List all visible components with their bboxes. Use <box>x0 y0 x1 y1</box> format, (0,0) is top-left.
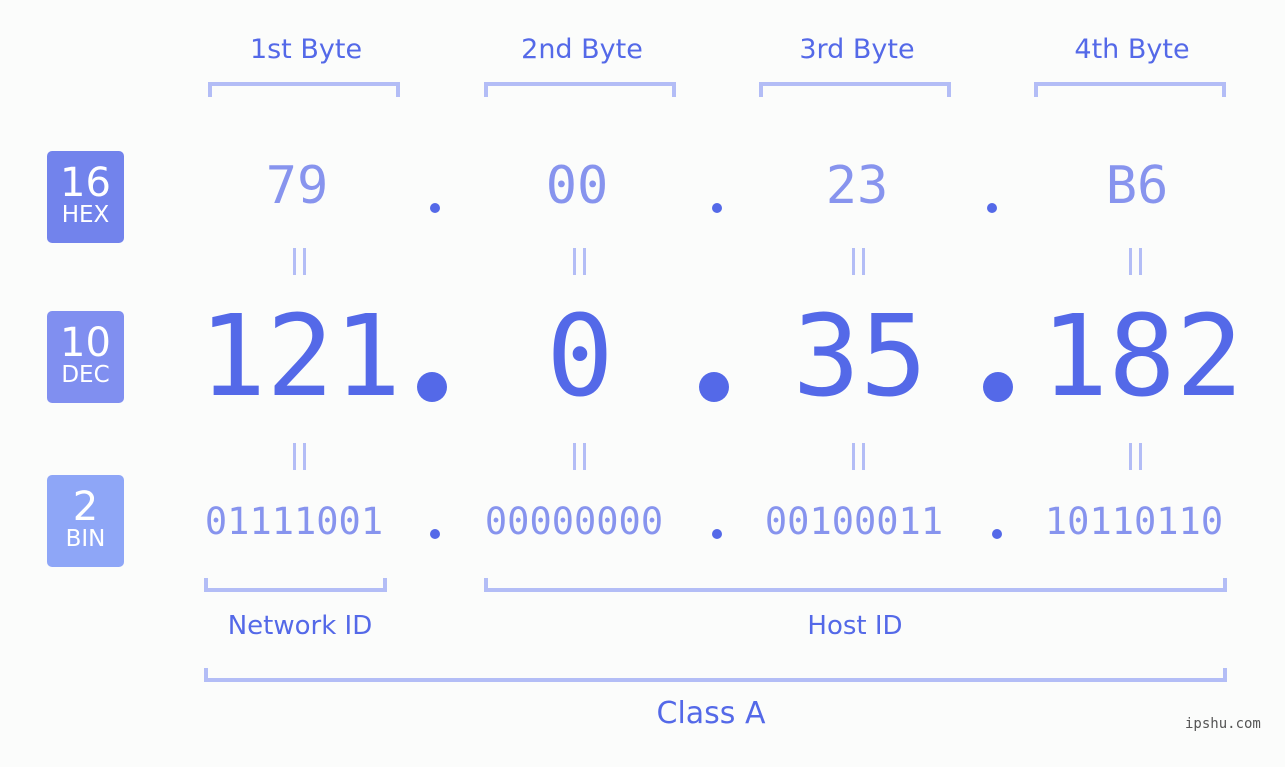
dec-byte-3: 35 <box>792 292 928 422</box>
network-id-label: Network ID <box>227 611 373 641</box>
equals-marker <box>1129 248 1142 275</box>
bin-label: BIN <box>65 526 106 552</box>
byte-3-label: 3rd Byte <box>799 34 915 65</box>
bin-dot-3 <box>992 529 1002 539</box>
bin-byte-4: 10110110 <box>1044 500 1224 543</box>
hex-byte-2: 00 <box>545 156 609 216</box>
host-id-bracket <box>484 578 1227 592</box>
hex-badge: 16 HEX <box>47 151 124 243</box>
equals-marker <box>573 248 586 275</box>
byte-2-label: 2nd Byte <box>521 34 643 65</box>
hex-byte-1: 79 <box>265 156 329 216</box>
host-id-label: Host ID <box>807 611 903 641</box>
byte-3-bracket <box>759 82 951 97</box>
bin-byte-3: 00100011 <box>764 500 944 543</box>
dec-byte-1: 121 <box>198 292 402 422</box>
network-id-bracket <box>204 578 387 592</box>
class-bracket <box>204 668 1227 682</box>
dec-base: 10 <box>60 320 111 366</box>
bin-base: 2 <box>72 484 99 530</box>
equals-marker <box>852 248 865 275</box>
byte-4-label: 4th Byte <box>1074 34 1190 65</box>
equals-marker <box>852 443 865 470</box>
watermark: ipshu.com <box>1185 716 1261 732</box>
byte-1-bracket <box>208 82 400 97</box>
hex-byte-4: B6 <box>1105 156 1169 216</box>
bin-byte-2: 00000000 <box>484 500 664 543</box>
class-label: Class A <box>656 696 766 731</box>
dec-dot-3 <box>983 372 1013 402</box>
equals-marker <box>293 443 306 470</box>
byte-1-label: 1st Byte <box>249 34 363 65</box>
hex-dot-1 <box>430 203 440 213</box>
byte-4-bracket <box>1034 82 1226 97</box>
hex-base: 16 <box>60 160 111 206</box>
equals-marker <box>1129 443 1142 470</box>
dec-byte-2: 0 <box>546 292 614 422</box>
equals-marker <box>293 248 306 275</box>
dec-badge: 10 DEC <box>47 311 124 403</box>
bin-badge: 2 BIN <box>47 475 124 567</box>
dec-dot-1 <box>417 372 447 402</box>
dec-byte-4: 182 <box>1040 292 1244 422</box>
hex-dot-2 <box>712 203 722 213</box>
bin-dot-2 <box>712 529 722 539</box>
hex-label: HEX <box>61 202 110 228</box>
equals-marker <box>573 443 586 470</box>
bin-dot-1 <box>430 529 440 539</box>
byte-2-bracket <box>484 82 676 97</box>
dec-label: DEC <box>61 362 110 388</box>
hex-byte-3: 23 <box>825 156 889 216</box>
bin-byte-1: 01111001 <box>204 500 384 543</box>
dec-dot-2 <box>699 372 729 402</box>
hex-dot-3 <box>987 203 997 213</box>
